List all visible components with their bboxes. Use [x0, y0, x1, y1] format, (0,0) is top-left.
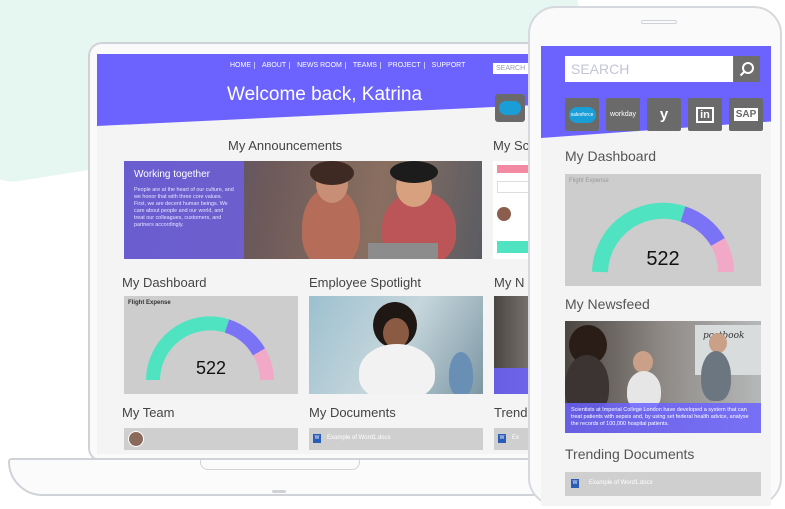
- dashboard-title: My Dashboard: [122, 275, 207, 290]
- phone-trending-row[interactable]: W Example of Word1.docx: [565, 472, 761, 496]
- nav-support[interactable]: SUPPORT: [429, 62, 469, 69]
- newsfeed-title: My N: [494, 275, 525, 290]
- laptop-notch: [200, 460, 360, 470]
- linkedin-app-button[interactable]: in: [688, 98, 722, 131]
- laptop-prop: [368, 243, 438, 259]
- phone-newsfeed-title: My Newsfeed: [565, 296, 650, 312]
- app-launcher: salesforce workday y in SAP: [565, 98, 763, 131]
- word-doc-icon: W: [313, 434, 321, 443]
- person-hair: [390, 161, 438, 183]
- trending-title: Trend: [494, 405, 528, 420]
- salesforce-app-button[interactable]: salesforce: [565, 98, 599, 131]
- person-face: [633, 351, 653, 373]
- announcement-body: People are at the heart of our culture, …: [134, 187, 234, 228]
- presenter-figure: [701, 351, 731, 401]
- phone-dashboard-title: My Dashboard: [565, 148, 657, 164]
- nav-about[interactable]: ABOUT: [259, 62, 291, 69]
- social-title: My Sc: [493, 138, 530, 153]
- search-icon: [739, 62, 754, 77]
- team-title: My Team: [122, 405, 175, 420]
- news-caption: Scientists at Imperial College London ha…: [565, 403, 761, 433]
- nav-home[interactable]: HOME: [227, 62, 255, 69]
- nav-teams[interactable]: TEAMS: [350, 62, 381, 69]
- salesforce-icon: [499, 101, 521, 115]
- workday-app-button[interactable]: workday: [606, 98, 640, 131]
- gauge-chart: [146, 316, 274, 381]
- document-name: Example of Word1.docx: [327, 435, 391, 441]
- documents-title: My Documents: [309, 405, 396, 420]
- phone-gauge-card[interactable]: Flight Expense 522: [565, 174, 761, 286]
- dashboard-gauge-card[interactable]: Flight Expense 522: [124, 296, 298, 394]
- salesforce-icon: salesforce: [568, 106, 596, 123]
- person-face: [709, 333, 727, 353]
- yammer-app-button[interactable]: y: [647, 98, 681, 131]
- word-doc-icon: W: [571, 479, 579, 488]
- top-nav: HOME ABOUT NEWS ROOM TEAMS PROJECT SUPPO…: [227, 62, 468, 69]
- linkedin-icon: in: [696, 106, 714, 123]
- person-hair: [310, 161, 354, 185]
- word-doc-icon: W: [498, 434, 506, 443]
- announcement-heading: Working together: [134, 169, 210, 180]
- yammer-icon: y: [659, 106, 669, 123]
- marketing-stage: HOME ABOUT NEWS ROOM TEAMS PROJECT SUPPO…: [0, 0, 785, 509]
- phone-search-button[interactable]: [734, 56, 760, 82]
- trending-document-name: Ex: [512, 435, 520, 441]
- phone-search-input[interactable]: SEARCH: [565, 56, 733, 82]
- gauge-value: 522: [195, 358, 227, 378]
- avatar: [128, 431, 144, 447]
- sap-app-button[interactable]: SAP: [729, 98, 763, 131]
- team-member-row[interactable]: [124, 428, 298, 450]
- spotlight-card[interactable]: [309, 296, 483, 394]
- phone-screen: SEARCH salesforce workday y in SAP My Da…: [541, 46, 771, 506]
- background-person: [449, 352, 473, 394]
- sap-icon: SAP: [733, 108, 759, 121]
- phone-speaker: [641, 20, 677, 24]
- phone-news-card[interactable]: postbook Scientists at Imperial College …: [565, 321, 761, 433]
- avatar: [497, 207, 511, 221]
- nav-project[interactable]: PROJECT: [385, 62, 425, 69]
- announcement-card[interactable]: Working together People are at the heart…: [124, 161, 482, 259]
- laptop-indicator: [272, 490, 286, 493]
- workday-icon: workday: [609, 111, 637, 118]
- phone-trending-title: Trending Documents: [565, 446, 695, 462]
- announcements-title: My Announcements: [228, 138, 343, 153]
- laptop-screen: HOME ABOUT NEWS ROOM TEAMS PROJECT SUPPO…: [97, 54, 549, 454]
- nav-news-room[interactable]: NEWS ROOM: [294, 62, 346, 69]
- phone-gauge-value: 522: [646, 248, 680, 270]
- document-row[interactable]: W Example of Word1.docx: [309, 428, 483, 450]
- person-figure: [359, 344, 435, 394]
- welcome-title: Welcome back, Katrina: [227, 84, 423, 105]
- phone-trending-document-name: Example of Word1.docx: [589, 480, 653, 486]
- salesforce-app-button[interactable]: [495, 94, 525, 122]
- spotlight-title: Employee Spotlight: [309, 275, 422, 290]
